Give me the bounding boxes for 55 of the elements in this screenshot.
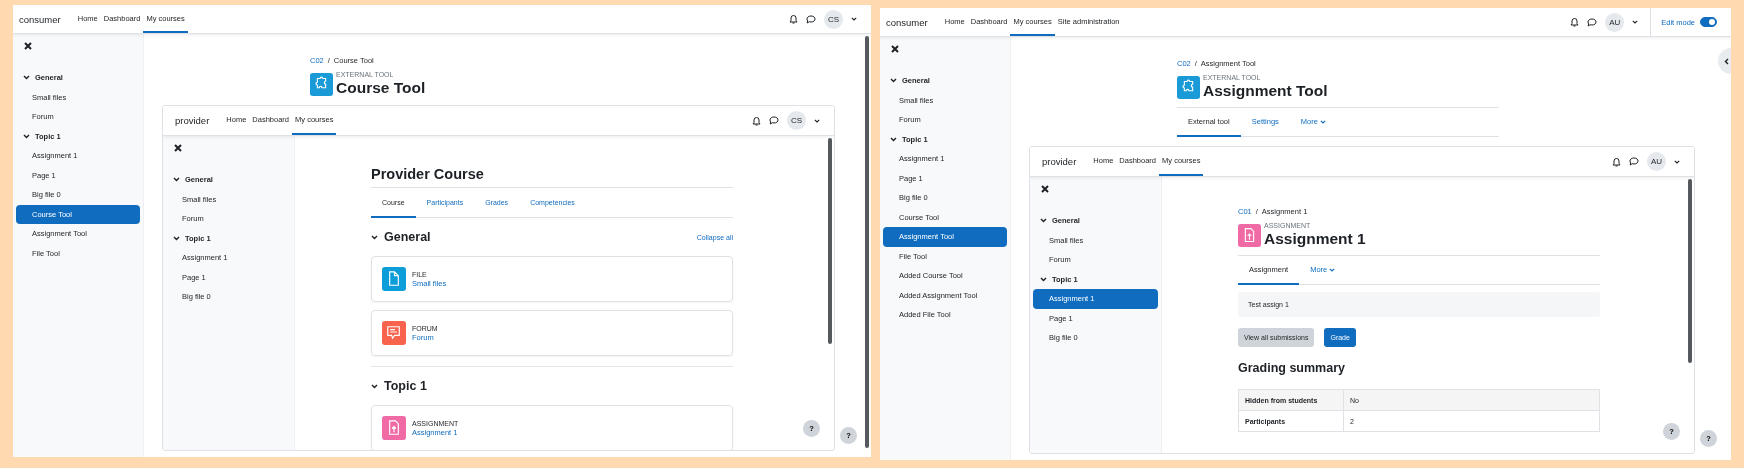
scrollbar[interactable] (1688, 179, 1692, 363)
site-name[interactable]: consumer (19, 5, 61, 33)
caret-icon (814, 118, 820, 123)
course-title: Provider Course (371, 166, 733, 188)
section-title: Grading summary (1238, 361, 1346, 375)
edit-mode-toggle[interactable] (1700, 17, 1717, 27)
chevron-down-icon[interactable] (23, 133, 30, 139)
close-icon[interactable] (24, 42, 32, 50)
chat-icon[interactable] (1629, 157, 1639, 166)
chevron-down-icon[interactable] (1040, 276, 1047, 282)
document-upload-icon (1238, 223, 1261, 247)
chat-icon[interactable] (1587, 17, 1598, 27)
caret-icon (1632, 20, 1639, 24)
caret-icon (1319, 119, 1326, 124)
user-avatar[interactable]: CS (824, 9, 843, 29)
bell-icon[interactable] (1612, 156, 1621, 167)
speech-bubble-icon (382, 321, 406, 345)
section-title: Topic 1 (384, 379, 428, 393)
chevron-down-icon[interactable] (1040, 218, 1047, 224)
scrollbar[interactable] (865, 36, 869, 448)
puzzle-icon (310, 72, 333, 96)
drawer-toggle[interactable] (1718, 48, 1731, 74)
bell-icon[interactable] (752, 115, 761, 126)
puzzle-icon (1177, 75, 1200, 99)
bell-icon[interactable] (789, 14, 798, 24)
document-upload-icon (382, 416, 406, 440)
section-title: General (384, 230, 432, 244)
chevron-down-icon[interactable] (23, 75, 30, 81)
chat-icon[interactable] (769, 116, 779, 125)
bell-icon[interactable] (1570, 17, 1580, 27)
user-avatar[interactable]: AU (1647, 152, 1666, 171)
caret-icon (1329, 267, 1336, 272)
site-name[interactable]: provider (175, 106, 210, 135)
user-avatar[interactable]: AU (1605, 12, 1625, 32)
close-icon[interactable] (1041, 185, 1049, 193)
chevron-down-icon[interactable] (890, 78, 897, 84)
chevron-down-icon[interactable] (173, 235, 180, 241)
chat-icon[interactable] (806, 14, 816, 24)
close-icon[interactable] (891, 45, 899, 53)
site-name[interactable]: consumer (886, 8, 928, 36)
page-title: Assignment Tool (1203, 82, 1328, 100)
site-name[interactable]: provider (1042, 147, 1077, 176)
scrollbar[interactable] (828, 138, 832, 345)
close-icon[interactable] (174, 144, 182, 152)
page-title: Course Tool (336, 79, 426, 97)
chevron-down-icon[interactable] (371, 383, 378, 389)
chevron-down-icon[interactable] (371, 234, 378, 240)
caret-icon (1674, 159, 1680, 164)
chevron-left-icon (1724, 57, 1729, 65)
caret-icon (851, 17, 857, 21)
document-icon (382, 267, 406, 291)
chevron-down-icon[interactable] (890, 136, 897, 142)
user-avatar[interactable]: CS (787, 111, 806, 130)
page-title: Assignment 1 (1264, 230, 1366, 248)
chevron-down-icon[interactable] (173, 177, 180, 183)
